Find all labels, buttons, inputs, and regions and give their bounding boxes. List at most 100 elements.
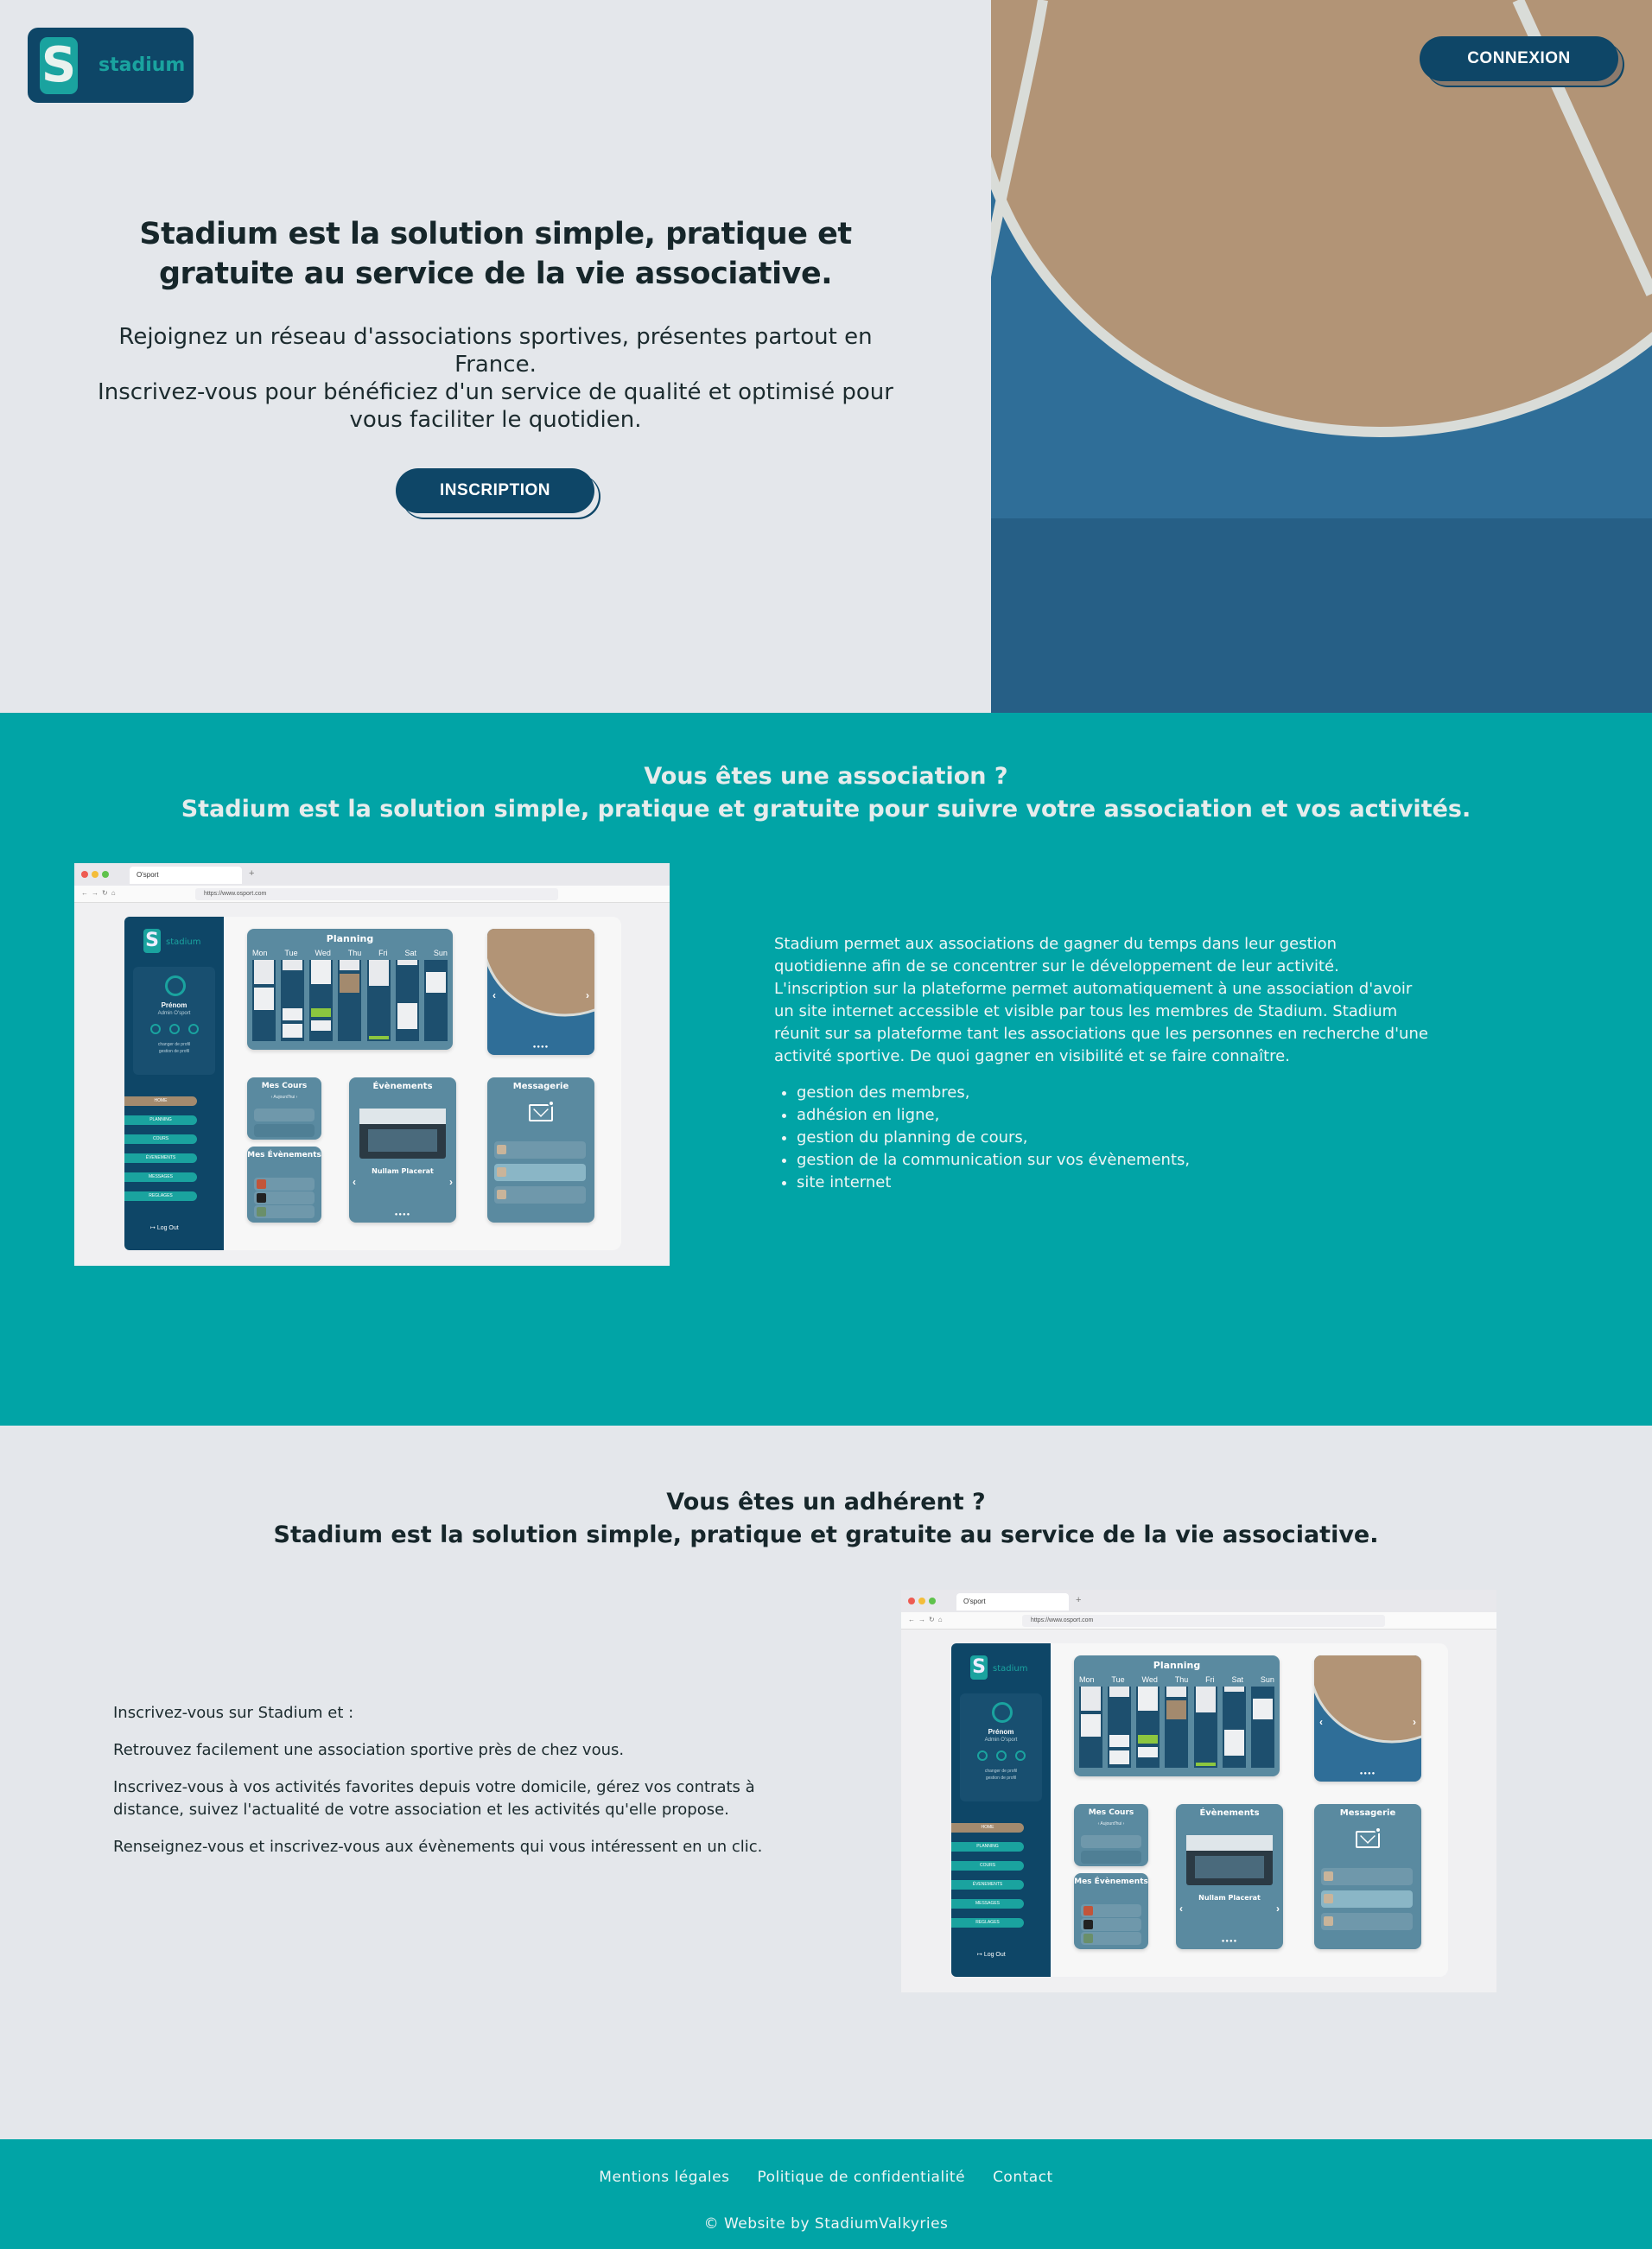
events-card: Évènements Nullam Placerat ‹ › ●●●● xyxy=(1176,1804,1283,1949)
message-row xyxy=(494,1186,586,1204)
sidebar-menu-item: ÉVENEMENTS xyxy=(124,1153,197,1163)
profile-name: Prénom xyxy=(988,1728,1014,1736)
planning-slot xyxy=(1252,1687,1273,1697)
messages-title: Messagerie xyxy=(512,1082,569,1091)
planning-slot xyxy=(311,1008,332,1017)
carousel-next-icon: › xyxy=(586,989,589,1001)
footer-link-privacy[interactable]: Politique de confidentialité xyxy=(757,2169,965,2186)
planning-title: Planning xyxy=(326,933,374,944)
day-label: Sun xyxy=(433,949,448,957)
messages-card: Messagerie xyxy=(487,1077,594,1223)
planning-card: Planning Mon Tue Wed Thu Fri Sat Sun xyxy=(1074,1655,1280,1776)
course-row xyxy=(1081,1835,1141,1848)
planning-column xyxy=(1165,1687,1189,1768)
sidebar-menu-item: REGLAGES xyxy=(124,1191,197,1201)
sidebar-menu-item: REGLAGES xyxy=(951,1918,1024,1928)
carousel-dots: ●●●● xyxy=(532,1045,550,1050)
planning-slot xyxy=(311,960,332,984)
avatar-icon xyxy=(992,1702,1013,1723)
planning-slot xyxy=(311,1020,332,1031)
event-row xyxy=(254,1178,315,1191)
event-row xyxy=(1081,1932,1141,1945)
planning-slot xyxy=(283,1024,303,1038)
planning-column xyxy=(309,960,334,1041)
member-description: Inscrivez-vous sur Stadium et : Retrouve… xyxy=(113,1702,787,1873)
browser-url: https://www.osport.com xyxy=(1022,1615,1385,1627)
association-paragraph: Stadium permet aux associations de gagne… xyxy=(774,935,1428,1065)
hero-section: S stadium Stadium est la solution simple… xyxy=(0,0,1652,713)
planning-slot xyxy=(254,988,274,1010)
events-next-icon: › xyxy=(449,1176,453,1188)
my-courses-title: Mes Cours xyxy=(261,1082,308,1090)
sidebar-menu-item: MESSAGES xyxy=(124,1172,197,1182)
message-row xyxy=(1321,1913,1413,1930)
planning-column xyxy=(1136,1687,1160,1768)
planning-slot xyxy=(1109,1735,1130,1747)
planning-column xyxy=(423,960,448,1041)
inscription-button[interactable]: INSCRIPTION xyxy=(396,468,594,513)
browser-tabbar: O'sport + xyxy=(74,863,670,886)
planning-slot xyxy=(1081,1714,1101,1737)
planning-slot xyxy=(254,960,274,984)
sidebar-menu-item: ÉVENEMENTS xyxy=(951,1880,1024,1890)
planning-slot xyxy=(1223,1730,1244,1756)
browser-tab: O'sport xyxy=(130,867,242,884)
court-thumbnail xyxy=(487,929,594,1017)
planning-column xyxy=(252,960,276,1041)
hero-title: Stadium est la solution simple, pratique… xyxy=(139,217,852,291)
planning-slot xyxy=(425,960,446,970)
event-thumb xyxy=(1083,1934,1093,1943)
event-photo xyxy=(1186,1835,1273,1885)
message-row xyxy=(494,1164,586,1181)
planning-slot xyxy=(1138,1735,1159,1744)
planning-slot xyxy=(1138,1687,1159,1711)
planning-days: Mon Tue Wed Thu Fri Sat Sun xyxy=(252,949,448,957)
planning-slot xyxy=(368,960,389,986)
day-label: Wed xyxy=(1141,1675,1158,1684)
profile-option-icon xyxy=(169,1024,180,1034)
footer-nav: Mentions légales Politique de confidenti… xyxy=(0,2169,1652,2186)
browser-nav-icons: ←→↻⌂ xyxy=(908,1616,946,1623)
planning-slot xyxy=(1195,1687,1216,1712)
message-avatar xyxy=(497,1167,506,1177)
planning-slot xyxy=(340,974,360,993)
association-section: Vous êtes une association ? Stadium est … xyxy=(0,713,1652,1426)
day-label: Fri xyxy=(378,949,388,957)
member-title: Vous êtes un adhérent ? Stadium est la s… xyxy=(273,1489,1379,1548)
day-label: Thu xyxy=(1174,1675,1189,1684)
profile-role: Admin O'sport xyxy=(984,1738,1018,1743)
event-photo xyxy=(359,1109,446,1159)
planning-column xyxy=(1108,1687,1132,1768)
my-events-title: Mes Évènements xyxy=(1074,1877,1148,1886)
planning-title: Planning xyxy=(1153,1660,1201,1671)
courses-date: ‹ Aujourd'hui › xyxy=(1097,1821,1125,1827)
profile-option-icon xyxy=(1015,1750,1026,1761)
hero-left-panel: S stadium Stadium est la solution simple… xyxy=(0,0,991,713)
event-row xyxy=(1081,1904,1141,1917)
member-paragraph: Retrouvez facilement une association spo… xyxy=(113,1741,625,1759)
footer-link-mentions[interactable]: Mentions légales xyxy=(599,2169,729,2186)
planning-card: Planning Mon Tue Wed Thu Fri Sat Sun xyxy=(247,929,453,1050)
mail-icon xyxy=(529,1104,553,1121)
dashboard-screenshot: O'sport + ←→↻⌂ https://www.osport.com Sstadi… xyxy=(901,1590,1496,1992)
association-title: Vous êtes une association ? Stadium est … xyxy=(181,763,1471,823)
planning-slot xyxy=(397,1003,417,1029)
carousel-dots: ●●●● xyxy=(1359,1771,1376,1776)
day-label: Sun xyxy=(1260,1675,1274,1684)
logout-link: ↦ Log Out xyxy=(977,1952,1006,1958)
photo-carousel: ‹ › ●●●● xyxy=(487,929,594,1055)
events-dots: ●●●● xyxy=(1221,1939,1238,1944)
course-row xyxy=(1081,1851,1141,1864)
sidebar-menu-item: HOME xyxy=(124,1096,197,1106)
sidebar-menu-item: PLANNING xyxy=(951,1842,1024,1852)
planning-column xyxy=(1193,1687,1217,1768)
stadium-logo[interactable]: S stadium xyxy=(28,28,194,103)
message-avatar xyxy=(1324,1871,1333,1881)
planning-column xyxy=(1222,1687,1246,1768)
sidebar-menu-item: COURS xyxy=(951,1861,1024,1871)
message-avatar xyxy=(497,1145,506,1154)
footer-link-contact[interactable]: Contact xyxy=(993,2169,1053,2186)
profile-card: Prénom Admin O'sport changer de profil ges… xyxy=(133,967,215,1075)
planning-column xyxy=(338,960,362,1041)
connexion-button[interactable]: CONNEXION xyxy=(1420,36,1618,81)
